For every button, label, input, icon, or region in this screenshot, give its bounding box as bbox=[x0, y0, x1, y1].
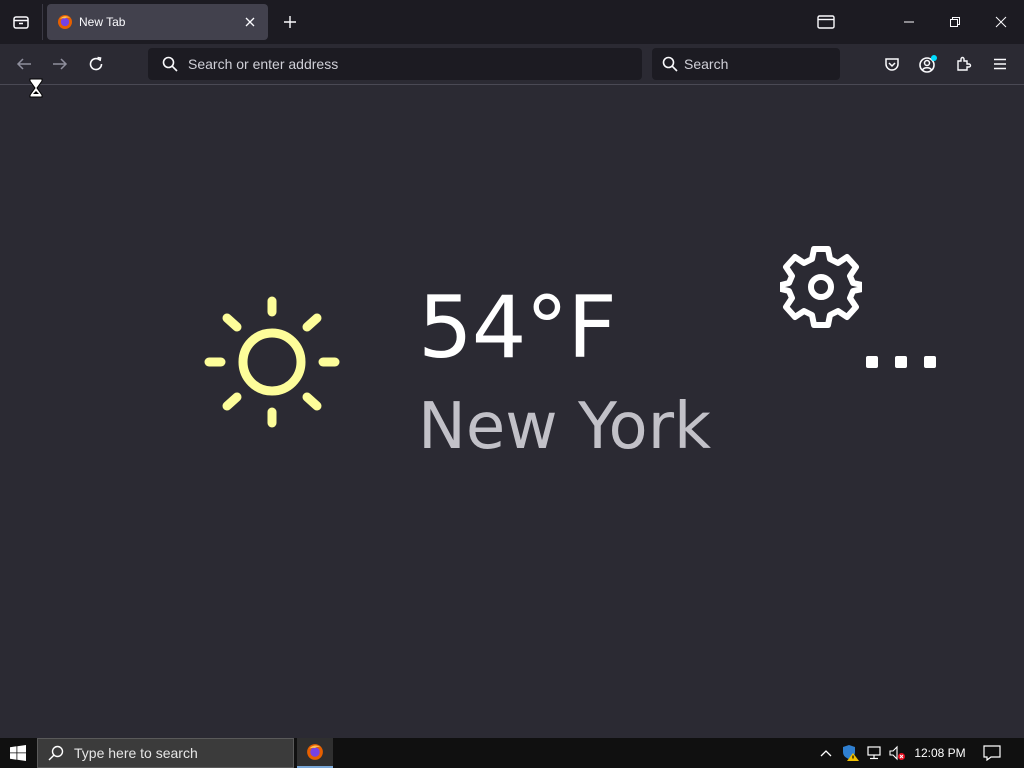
taskbar-search-placeholder: Type here to search bbox=[74, 745, 198, 761]
restore-icon bbox=[950, 17, 960, 27]
search-icon bbox=[662, 56, 678, 72]
close-tab-button[interactable] bbox=[236, 8, 264, 36]
dot bbox=[895, 356, 907, 368]
account-button[interactable] bbox=[912, 48, 944, 80]
extensions-icon bbox=[957, 56, 972, 71]
action-center-button[interactable] bbox=[978, 738, 1006, 768]
reload-icon bbox=[89, 56, 103, 71]
taskbar-firefox-button[interactable] bbox=[297, 738, 333, 768]
network-tray-button[interactable] bbox=[864, 738, 886, 768]
back-arrow-icon bbox=[16, 58, 31, 70]
search-bar[interactable] bbox=[652, 48, 840, 80]
busy-cursor-icon bbox=[29, 78, 43, 98]
url-bar[interactable] bbox=[148, 48, 642, 80]
pocket-button[interactable] bbox=[876, 48, 908, 80]
sun-icon bbox=[204, 296, 340, 428]
defender-tray-button[interactable] bbox=[840, 738, 862, 768]
taskbar: Type here to search 12:08 PM bbox=[0, 738, 1024, 768]
navigation-toolbar bbox=[0, 44, 1024, 85]
plus-icon bbox=[284, 16, 296, 28]
firefox-icon bbox=[307, 744, 323, 760]
pocket-icon bbox=[885, 58, 899, 71]
temperature-label: 54°F bbox=[418, 278, 617, 378]
url-input[interactable] bbox=[188, 56, 642, 72]
start-button[interactable] bbox=[0, 738, 36, 768]
more-options-button[interactable] bbox=[866, 356, 936, 368]
search-icon bbox=[48, 745, 64, 761]
close-window-button[interactable] bbox=[978, 0, 1024, 44]
network-icon bbox=[867, 746, 881, 760]
reload-button[interactable] bbox=[80, 48, 112, 80]
dot bbox=[866, 356, 878, 368]
tab-separator bbox=[42, 4, 43, 40]
taskbar-search-box[interactable]: Type here to search bbox=[37, 738, 294, 768]
tab-strip: New Tab bbox=[0, 0, 1024, 44]
tab-title: New Tab bbox=[79, 15, 126, 29]
account-icon bbox=[919, 55, 937, 73]
firefox-icon bbox=[58, 15, 72, 29]
minimize-button[interactable] bbox=[886, 0, 932, 44]
extensions-button[interactable] bbox=[948, 48, 980, 80]
app-menu-button[interactable] bbox=[984, 48, 1016, 80]
forward-button[interactable] bbox=[44, 48, 76, 80]
new-tab-button[interactable] bbox=[276, 8, 304, 36]
tab-list-button[interactable] bbox=[0, 0, 42, 44]
shield-warning-icon bbox=[843, 745, 859, 761]
windows-logo-icon bbox=[10, 745, 26, 761]
chevron-up-icon bbox=[820, 750, 832, 757]
taskbar-clock[interactable]: 12:08 PM bbox=[908, 738, 972, 768]
volume-tray-button[interactable] bbox=[886, 738, 908, 768]
search-icon bbox=[162, 56, 178, 72]
forward-arrow-icon bbox=[53, 58, 68, 70]
restore-button[interactable] bbox=[932, 0, 978, 44]
show-hidden-icons-button[interactable] bbox=[816, 738, 836, 768]
minimize-icon bbox=[904, 21, 914, 23]
gear-icon[interactable] bbox=[780, 245, 862, 329]
back-button[interactable] bbox=[8, 48, 40, 80]
close-icon bbox=[245, 17, 255, 27]
dot bbox=[924, 356, 936, 368]
firefox-view-button[interactable] bbox=[803, 0, 849, 44]
firefox-view-icon bbox=[817, 15, 835, 29]
search-input[interactable] bbox=[684, 56, 840, 72]
tab-list-icon bbox=[13, 16, 29, 29]
tab-new-tab[interactable]: New Tab bbox=[47, 4, 268, 40]
page-content: 54°F New York bbox=[0, 85, 1024, 738]
city-label: New York bbox=[418, 390, 712, 464]
volume-muted-icon bbox=[889, 745, 905, 761]
hamburger-menu-icon bbox=[994, 58, 1006, 70]
close-icon bbox=[995, 16, 1007, 28]
notification-icon bbox=[983, 745, 1001, 761]
